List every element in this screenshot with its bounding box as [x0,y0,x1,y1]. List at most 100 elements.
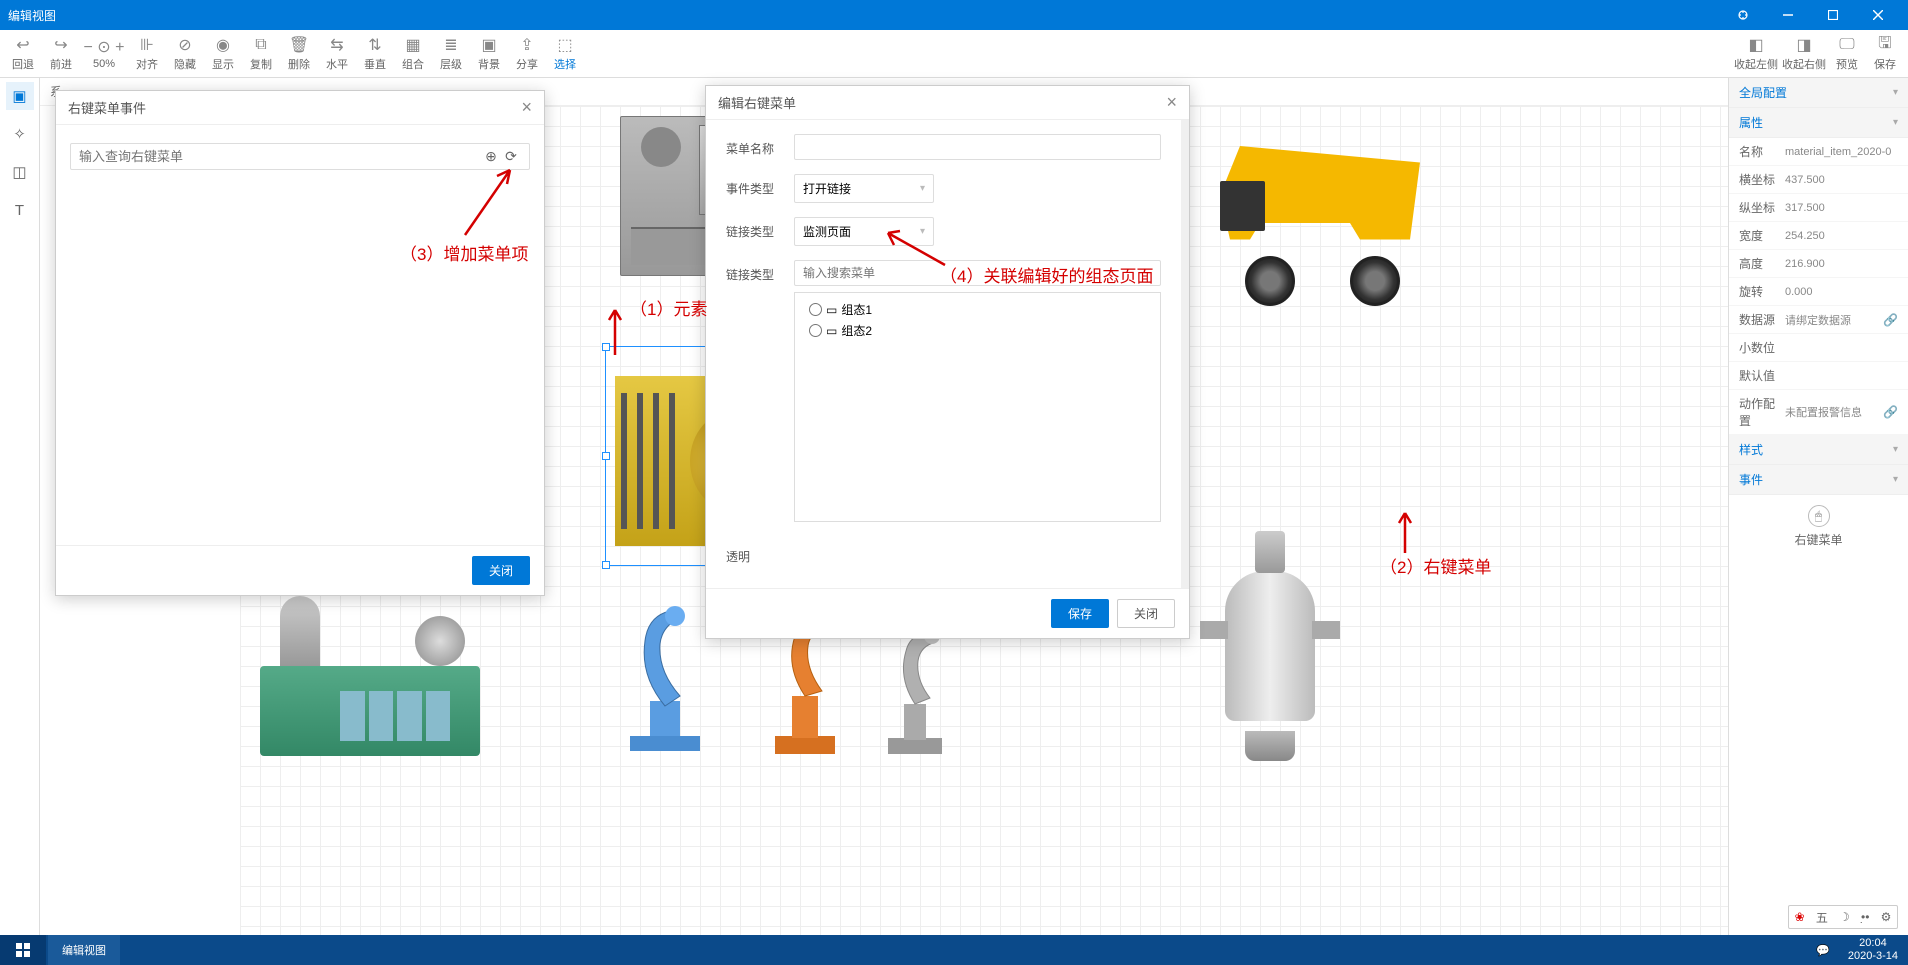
tool-collapse-right[interactable]: ◨收起右侧 [1780,32,1828,76]
prop-default[interactable]: 默认值 [1729,362,1908,390]
lefticon-magic[interactable]: ✧ [6,120,34,148]
lefticon-chart[interactable]: ◫ [6,158,34,186]
left-iconbar: ▣ ✧ ◫ T [0,78,40,935]
tool-redo[interactable]: ↪前进 [42,32,80,76]
dialog2-save-button[interactable]: 保存 [1051,599,1109,628]
maximize-button[interactable] [1810,0,1855,30]
clock-date: 2020-3-14 [1848,950,1898,963]
prop-name: 名称material_item_2020-0 [1729,138,1908,166]
dots-icon: •̣• [1861,910,1869,924]
clock-time: 20:04 [1848,937,1898,950]
tool-delete[interactable]: 🗑删除 [280,32,318,76]
label-event-type: 事件类型 [726,174,794,197]
minimize-button[interactable] [1765,0,1810,30]
tree-item[interactable]: ▭ 组态2 [803,320,1152,341]
tool-share[interactable]: ⇪分享 [508,32,546,76]
tool-preview[interactable]: 🖵预览 [1828,32,1866,76]
prop-height[interactable]: 高度216.900 [1729,250,1908,278]
dialog1-close-icon[interactable]: × [521,97,532,118]
lefticon-text[interactable]: T [6,196,34,224]
prop-x[interactable]: 横坐标437.500 [1729,166,1908,194]
tool-zoom[interactable]: − ⊙ +50% [80,32,128,76]
tool-show[interactable]: ◉显示 [204,32,242,76]
dialog1-search-input[interactable] [79,149,481,164]
tool-select[interactable]: ⬚选择 [546,32,584,76]
dialog2-header[interactable]: 编辑右键菜单 × [706,86,1189,120]
tool-group[interactable]: ▦组合 [394,32,432,76]
add-menu-item-button[interactable]: ⊕ [481,148,501,165]
notification-icon[interactable]: 💬 [1808,944,1838,957]
page-icon: ▭ [826,303,837,317]
section-properties[interactable]: 属性▾ [1729,108,1908,138]
restore-down-icon[interactable] [1720,0,1765,30]
start-button[interactable] [0,935,46,965]
prop-rotation[interactable]: 旋转0.000 [1729,278,1908,306]
label-menu-name: 菜单名称 [726,134,794,157]
main-toolbar: ↩回退 ↪前进 − ⊙ +50% ⊪对齐 ⊘隐藏 ◉显示 ⧉复制 🗑删除 ⇆水平… [0,30,1908,78]
tool-background[interactable]: ▣背景 [470,32,508,76]
dialog-edit-contextmenu: 编辑右键菜单 × 菜单名称 事件类型 打开链接▾ 链接类型 监测页面▾ 链接类型… [705,85,1190,639]
section-events[interactable]: 事件▾ [1729,465,1908,495]
dialog2-title: 编辑右键菜单 [718,93,796,112]
link-icon[interactable]: 🔗 [1883,405,1898,419]
window-title: 编辑视图 [8,7,1720,24]
taskbar-app[interactable]: 编辑视图 [48,935,120,965]
tool-hide[interactable]: ⊘隐藏 [166,32,204,76]
mouse-icon: 🖱 [1808,505,1830,527]
taskbar-app-label: 编辑视图 [62,942,106,958]
tree-config-pages: ▭ 组态1 ▭ 组态2 [794,292,1161,522]
select-link-type[interactable]: 监测页面▾ [794,217,934,246]
label-opacity: 透明 [726,542,794,565]
tool-align[interactable]: ⊪对齐 [128,32,166,76]
refresh-button[interactable]: ⟳ [501,148,521,165]
tool-layer[interactable]: ≣层级 [432,32,470,76]
tool-undo[interactable]: ↩回退 [4,32,42,76]
tool-collapse-left[interactable]: ◧收起左侧 [1732,32,1780,76]
taskbar-clock[interactable]: 20:04 2020-3-14 [1838,937,1908,963]
canvas-item-robot-blue[interactable] [610,586,720,756]
dialog1-search-row: ⊕ ⟳ [70,143,530,170]
moon-icon: ☽ [1839,910,1850,924]
paw-icon: ❀ [1795,910,1805,924]
tool-copy[interactable]: ⧉复制 [242,32,280,76]
dialog2-close-icon[interactable]: × [1166,92,1177,113]
prop-width[interactable]: 宽度254.250 [1729,222,1908,250]
tree-item[interactable]: ▭ 组态1 [803,299,1152,320]
canvas-item-tank[interactable] [1200,531,1340,761]
tool-horizontal[interactable]: ⇆水平 [318,32,356,76]
page-icon: ▭ [826,324,837,338]
canvas-item-machine[interactable] [260,596,480,756]
radio-page2[interactable] [809,324,822,337]
input-search-menu[interactable] [794,260,1161,286]
select-event-type[interactable]: 打开链接▾ [794,174,934,203]
tree-item-label: 组态2 [841,322,872,339]
gear-icon[interactable]: ⚙ [1881,910,1892,924]
prop-action[interactable]: 动作配置未配置报警信息🔗 [1729,390,1908,435]
canvas-item-truck[interactable] [1220,146,1420,306]
input-menu-name[interactable] [794,134,1161,160]
event-button-label: 右键菜单 [1794,531,1842,548]
label-link-target: 链接类型 [726,260,794,283]
radio-page1[interactable] [809,303,822,316]
ime-tray[interactable]: ❀ 五 ☽ •̣• ⚙ [1788,905,1898,929]
link-icon[interactable]: 🔗 [1883,313,1898,327]
tool-vertical[interactable]: ⇅垂直 [356,32,394,76]
dialog1-close-button[interactable]: 关闭 [472,556,530,585]
lefticon-image[interactable]: ▣ [6,82,34,110]
section-style[interactable]: 样式▾ [1729,435,1908,465]
ime-mode: 五 [1816,909,1828,926]
prop-decimals[interactable]: 小数位 [1729,334,1908,362]
dialog2-close-button[interactable]: 关闭 [1117,599,1175,628]
tool-save[interactable]: 🖫保存 [1866,32,1904,76]
close-window-button[interactable] [1855,0,1900,30]
tree-item-label: 组态1 [841,301,872,318]
prop-datasource[interactable]: 数据源请绑定数据源🔗 [1729,306,1908,334]
taskbar: 编辑视图 💬 20:04 2020-3-14 [0,935,1908,965]
event-contextmenu-button[interactable]: 🖱 右键菜单 [1794,505,1844,548]
section-global-config[interactable]: 全局配置▾ [1729,78,1908,108]
dialog1-title: 右键菜单事件 [68,98,146,117]
titlebar: 编辑视图 [0,0,1908,30]
label-link-type: 链接类型 [726,217,794,240]
prop-y[interactable]: 纵坐标317.500 [1729,194,1908,222]
dialog1-header[interactable]: 右键菜单事件 × [56,91,544,125]
